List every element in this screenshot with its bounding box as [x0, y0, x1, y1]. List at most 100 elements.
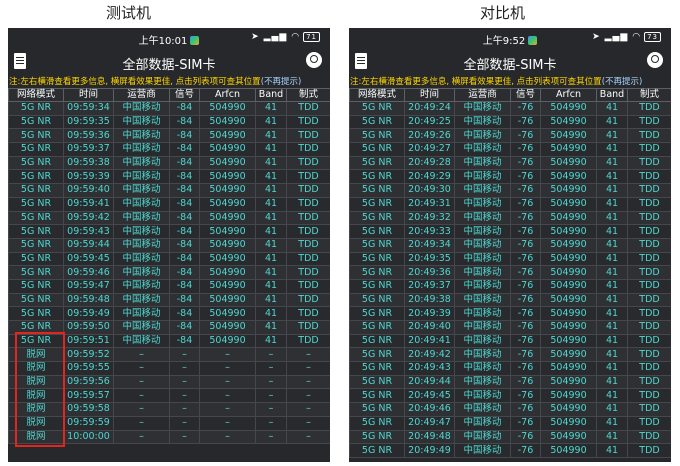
table-row[interactable]: 5G NR 20:49:29 中国移动 -76 504990 41 TDD	[349, 169, 671, 185]
cell-carrier: 中国移动	[454, 128, 511, 144]
location-pin-icon[interactable]	[306, 52, 322, 68]
header-carrier[interactable]: 运营商	[113, 88, 170, 102]
cell-time: 20:49:36	[404, 265, 455, 280]
header-band[interactable]: Band	[596, 88, 628, 102]
table-row[interactable]: 5G NR 09:59:45 中国移动 -84 504990 41 TDD	[8, 251, 330, 267]
header-band[interactable]: Band	[255, 88, 287, 102]
table-row[interactable]: 5G NR 20:49:45 中国移动 -76 504990 41 TDD	[349, 388, 671, 404]
header-duplex[interactable]: 制式	[627, 88, 671, 102]
table-row[interactable]: 5G NR 09:59:44 中国移动 -84 504990 41 TDD	[8, 237, 330, 253]
status-bar: 上午9:52 ➤ ▂▄▆ ◠ 73	[349, 28, 671, 49]
table-row[interactable]: 脱网 09:59:55– – – – –	[8, 361, 330, 376]
cell-carrier: –	[113, 361, 170, 376]
table-row[interactable]: 5G NR 20:49:42 中国移动 -76 504990 41 TDD	[349, 347, 671, 363]
table-row[interactable]: 5G NR 09:59:38 中国移动 -84 504990 41 TDD	[8, 155, 330, 171]
cell-signal: -76	[510, 169, 541, 185]
table-row[interactable]: 脱网 09:59:58– – – – –	[8, 402, 330, 417]
table-row[interactable]: 5G NR 09:59:49 中国移动 -84 504990 41 TDD	[8, 306, 330, 321]
table-row[interactable]: 5G NR 20:49:46 中国移动 -76 504990 41 TDD	[349, 402, 671, 417]
page-title: 全部数据-SIM卡	[463, 58, 557, 73]
header-arfcn[interactable]: Arfcn	[540, 88, 597, 102]
table-row[interactable]: 5G NR 09:59:40 中国移动 -84 504990 41 TDD	[8, 183, 330, 198]
cell-band: 41	[255, 306, 287, 321]
table-row[interactable]: 5G NR 09:59:48 中国移动 -84 504990 41 TDD	[8, 292, 330, 308]
table-row[interactable]: 5G NR 20:49:40 中国移动 -76 504990 41 TDD	[349, 320, 671, 335]
cell-duplex: TDD	[627, 265, 671, 280]
cell-time: 09:59:37	[63, 142, 114, 157]
table-row[interactable]: 5G NR 20:49:33 中国移动 -76 504990 41 TDD	[349, 224, 671, 239]
table-row[interactable]: 5G NR 09:59:47 中国移动 -84 504990 41 TDD	[8, 278, 330, 294]
header-carrier[interactable]: 运营商	[454, 88, 511, 102]
table-row[interactable]: 5G NR 09:59:41 中国移动 -84 504990 41 TDD	[8, 196, 330, 212]
cell-band: –	[255, 402, 287, 417]
table-row[interactable]: 脱网 09:59:59– – – – –	[8, 415, 330, 431]
dismiss-hint-link[interactable]: (不再提示)	[261, 77, 302, 87]
table-row[interactable]: 5G NR 20:49:32 中国移动 -76 504990 41 TDD	[349, 210, 671, 226]
table-row[interactable]: 5G NR 09:59:46 中国移动 -84 504990 41 TDD	[8, 265, 330, 280]
cell-network-mode: 5G NR	[349, 237, 405, 253]
table-row[interactable]: 5G NR 20:49:36 中国移动 -76 504990 41 TDD	[349, 265, 671, 280]
cell-carrier: 中国移动	[454, 402, 511, 417]
table-row[interactable]: 5G NR 20:49:26 中国移动 -76 504990 41 TDD	[349, 128, 671, 144]
table-row[interactable]: 5G NR 20:49:28 中国移动 -76 504990 41 TDD	[349, 155, 671, 171]
cell-band: 41	[596, 196, 628, 212]
table-row[interactable]: 5G NR 20:49:31 中国移动 -76 504990 41 TDD	[349, 196, 671, 212]
table-row[interactable]: 5G NR 20:49:49 中国移动 -76 504990 41 TDD	[349, 443, 671, 458]
cell-network-mode: 5G NR	[349, 306, 405, 321]
cell-signal: –	[169, 402, 200, 417]
header-signal[interactable]: 信号	[169, 88, 200, 102]
header-time[interactable]: 时间	[63, 88, 114, 102]
table-row[interactable]: 5G NR 20:49:24 中国移动 -76 504990 41 TDD	[349, 101, 671, 116]
table-row[interactable]: 5G NR 20:49:39 中国移动 -76 504990 41 TDD	[349, 306, 671, 321]
header-network-mode[interactable]: 网络模式	[8, 88, 64, 102]
table-row[interactable]: 5G NR 09:59:37 中国移动 -84 504990 41 TDD	[8, 142, 330, 157]
table-row[interactable]: 脱网 09:59:56– – – – –	[8, 374, 330, 390]
cell-signal: -76	[510, 347, 541, 363]
cell-network-mode: 5G NR	[8, 237, 64, 253]
header-time[interactable]: 时间	[404, 88, 455, 102]
table-row[interactable]: 5G NR 20:49:35 中国移动 -76 504990 41 TDD	[349, 251, 671, 267]
table-row[interactable]: 5G NR 20:49:27 中国移动 -76 504990 41 TDD	[349, 142, 671, 157]
cell-signal: –	[169, 347, 200, 363]
header-signal[interactable]: 信号	[510, 88, 541, 102]
signal-icon: ▂▄▆	[263, 32, 288, 42]
table-row[interactable]: 5G NR 09:59:43 中国移动 -84 504990 41 TDD	[8, 224, 330, 239]
header-arfcn[interactable]: Arfcn	[199, 88, 256, 102]
table-row[interactable]: 5G NR 09:59:51 中国移动 -84 504990 41 TDD	[8, 333, 330, 349]
cell-network-mode: 5G NR	[349, 196, 405, 212]
table-row[interactable]: 脱网 10:00:00– – – – –	[8, 429, 330, 445]
table-row[interactable]: 5G NR 09:59:42 中国移动 -84 504990 41 TDD	[8, 210, 330, 226]
cell-carrier: 中国移动	[454, 196, 511, 212]
cell-arfcn: –	[199, 361, 256, 376]
cell-time: 20:49:35	[404, 251, 455, 267]
cell-signal: -76	[510, 333, 541, 349]
cell-signal: -76	[510, 128, 541, 144]
cell-arfcn: 504990	[540, 128, 597, 144]
table-row[interactable]: 5G NR 09:59:50 中国移动 -84 504990 41 TDD	[8, 320, 330, 335]
cell-band: 41	[596, 224, 628, 239]
table-row[interactable]: 5G NR 20:49:38 中国移动 -76 504990 41 TDD	[349, 292, 671, 308]
table-row[interactable]: 5G NR 09:59:34 中国移动 -84 504990 41 TDD	[8, 101, 330, 116]
header-duplex[interactable]: 制式	[286, 88, 330, 102]
table-row[interactable]: 5G NR 20:49:43 中国移动 -76 504990 41 TDD	[349, 361, 671, 376]
cell-arfcn: 504990	[199, 169, 256, 185]
table-row[interactable]: 5G NR 20:49:48 中国移动 -76 504990 41 TDD	[349, 429, 671, 445]
location-pin-icon[interactable]	[647, 52, 663, 68]
table-row[interactable]: 5G NR 20:49:37 中国移动 -76 504990 41 TDD	[349, 278, 671, 294]
dismiss-hint-link[interactable]: (不再提示)	[602, 77, 643, 87]
table-row[interactable]: 5G NR 20:49:30 中国移动 -76 504990 41 TDD	[349, 183, 671, 198]
table-row[interactable]: 5G NR 09:59:39 中国移动 -84 504990 41 TDD	[8, 169, 330, 185]
table-row[interactable]: 5G NR 20:49:41 中国移动 -76 504990 41 TDD	[349, 333, 671, 349]
cell-duplex: TDD	[286, 210, 330, 226]
table-row[interactable]: 5G NR 20:49:25 中国移动 -76 504990 41 TDD	[349, 114, 671, 130]
header-network-mode[interactable]: 网络模式	[349, 88, 405, 102]
cell-signal: -76	[510, 265, 541, 280]
table-row[interactable]: 5G NR 09:59:35 中国移动 -84 504990 41 TDD	[8, 114, 330, 130]
table-row[interactable]: 脱网 09:59:57– – – – –	[8, 388, 330, 404]
table-row[interactable]: 5G NR 20:49:47 中国移动 -76 504990 41 TDD	[349, 415, 671, 431]
status-icons: ➤ ▂▄▆ ◠ 73	[592, 32, 661, 42]
table-row[interactable]: 脱网 09:59:52– – – – –	[8, 347, 330, 363]
table-row[interactable]: 5G NR 20:49:34 中国移动 -76 504990 41 TDD	[349, 237, 671, 253]
table-row[interactable]: 5G NR 20:49:44 中国移动 -76 504990 41 TDD	[349, 374, 671, 390]
table-row[interactable]: 5G NR 09:59:36 中国移动 -84 504990 41 TDD	[8, 128, 330, 144]
